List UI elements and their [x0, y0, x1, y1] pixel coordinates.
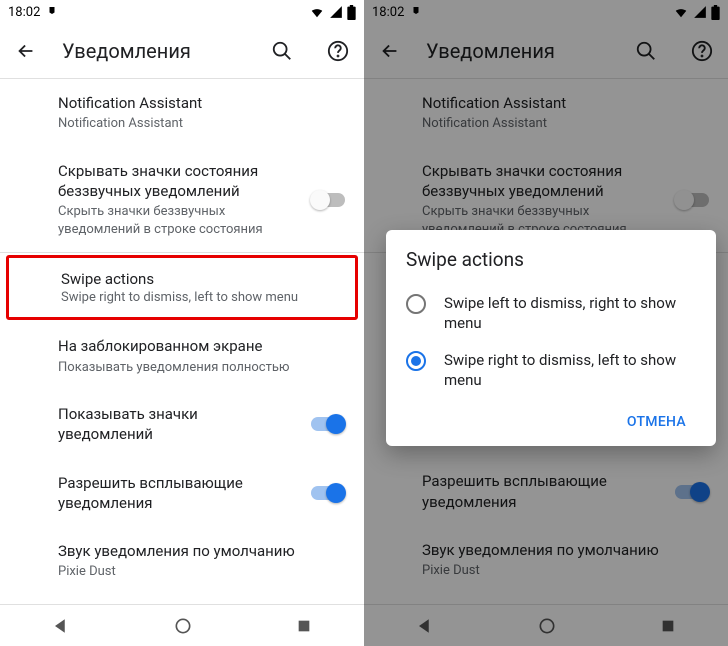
- notification-icon: [46, 6, 58, 18]
- row-swipe-actions-highlighted[interactable]: Swipe actions Swipe right to dismiss, le…: [6, 255, 358, 320]
- page-title: Уведомления: [62, 39, 246, 63]
- row-subtitle: Показывать уведомления полностью: [58, 359, 344, 377]
- row-subtitle: Pixie Dust: [58, 563, 344, 581]
- row-default-sound[interactable]: Звук уведомления по умолчанию Pixie Dust: [0, 527, 364, 595]
- row-lock-screen[interactable]: На заблокированном экране Показывать уве…: [0, 322, 364, 390]
- radio-label: Swipe right to dismiss, left to show men…: [444, 350, 696, 391]
- signal-icon: [329, 5, 343, 19]
- row-notification-assistant[interactable]: Notification Assistant Notification Assi…: [0, 79, 364, 147]
- app-bar: Уведомления: [0, 24, 364, 78]
- phone-left: 18:02 Уведомления Notifica: [0, 0, 364, 646]
- phone-right: 18:02 Уведомления Notifica: [364, 0, 728, 646]
- settings-list: Notification Assistant Notification Assi…: [0, 79, 364, 604]
- radio-option-left-dismiss[interactable]: Swipe left to dismiss, right to show men…: [406, 285, 696, 342]
- row-title: На заблокированном экране: [58, 336, 344, 356]
- row-title: Звук уведомления по умолчанию: [58, 541, 344, 561]
- row-subtitle: Swipe right to dismiss, left to show men…: [61, 290, 341, 305]
- row-dnd[interactable]: Не беспокоить Отключено: [0, 595, 364, 604]
- switch-show-icons[interactable]: [310, 414, 346, 434]
- status-bar: 18:02: [0, 0, 364, 24]
- nav-home-icon[interactable]: [173, 616, 193, 636]
- wifi-icon: [309, 5, 325, 19]
- row-title: Разрешить всплывающие уведомления: [58, 473, 294, 514]
- status-time: 18:02: [8, 5, 40, 20]
- radio-label: Swipe left to dismiss, right to show men…: [444, 293, 696, 334]
- nav-back-icon[interactable]: [52, 617, 70, 635]
- help-button[interactable]: [326, 39, 350, 63]
- battery-icon: [347, 5, 356, 20]
- divider: [0, 252, 364, 253]
- swipe-actions-dialog: Swipe actions Swipe left to dismiss, rig…: [386, 230, 716, 446]
- switch-hide-silent[interactable]: [310, 190, 346, 210]
- back-button[interactable]: [14, 39, 38, 63]
- row-subtitle: Notification Assistant: [58, 115, 344, 133]
- row-title: Swipe actions: [61, 270, 341, 288]
- row-show-icons[interactable]: Показывать значки уведомлений: [0, 390, 364, 459]
- row-title: Скрывать значки состояния беззвучных уве…: [58, 161, 294, 202]
- nav-recent-icon[interactable]: [296, 618, 312, 634]
- nav-bar: [0, 604, 364, 646]
- dialog-title: Swipe actions: [406, 248, 696, 271]
- switch-allow-popups[interactable]: [310, 483, 346, 503]
- row-hide-silent-icons[interactable]: Скрывать значки состояния беззвучных уве…: [0, 147, 364, 253]
- radio-option-right-dismiss[interactable]: Swipe right to dismiss, left to show men…: [406, 342, 696, 399]
- row-title: Показывать значки уведомлений: [58, 404, 294, 445]
- cancel-button[interactable]: ОТМЕНА: [617, 406, 696, 438]
- row-title: Notification Assistant: [58, 93, 344, 113]
- row-subtitle: Скрыть значки беззвучных уведомлений в с…: [58, 203, 294, 238]
- radio-icon: [406, 294, 426, 314]
- radio-icon: [406, 351, 426, 371]
- search-button[interactable]: [270, 39, 294, 63]
- row-allow-popups[interactable]: Разрешить всплывающие уведомления: [0, 459, 364, 528]
